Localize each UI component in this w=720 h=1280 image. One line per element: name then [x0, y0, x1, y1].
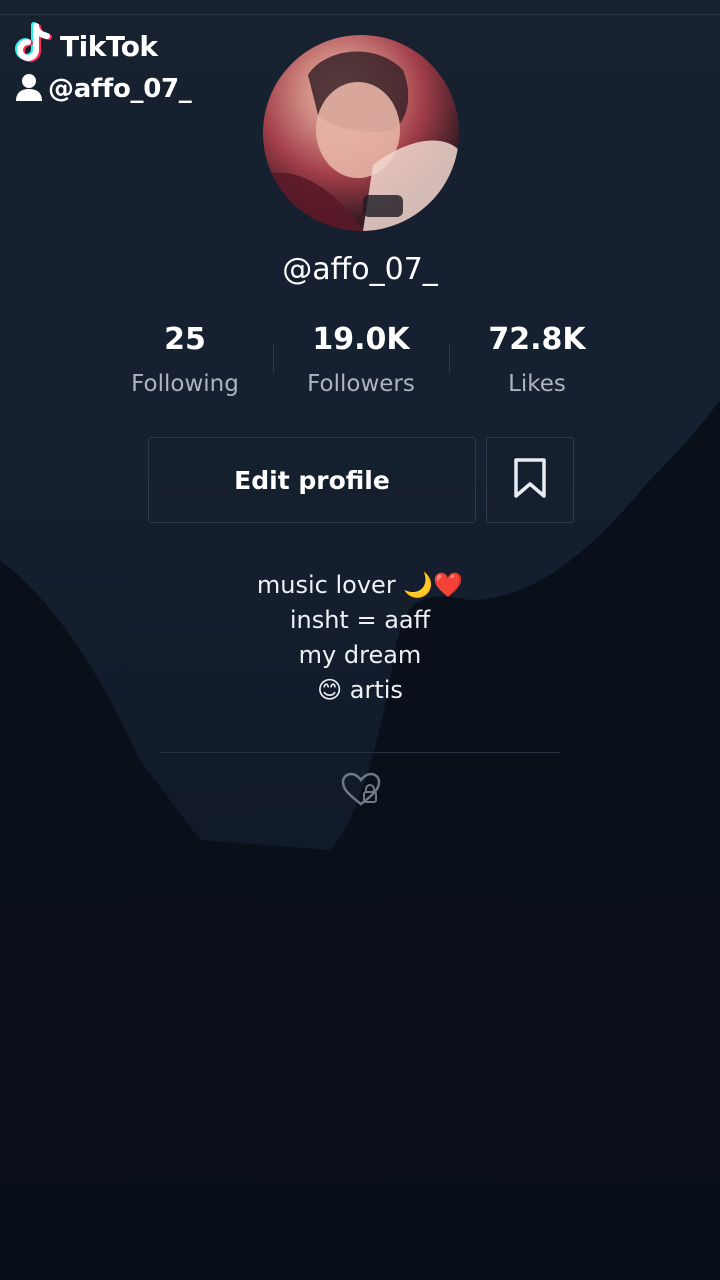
stat-divider [449, 343, 450, 373]
stat-followers-label: Followers [307, 371, 415, 397]
avatar[interactable] [263, 35, 459, 231]
status-divider [0, 14, 720, 15]
bio-line: 😊 artis [317, 676, 403, 704]
stat-likes-label: Likes [508, 371, 566, 397]
bio-line: my dream [298, 641, 422, 669]
bookmark-icon [513, 457, 547, 503]
heart-lock-icon[interactable] [340, 772, 382, 812]
stat-following-value: 25 [164, 322, 206, 357]
edit-profile-button[interactable]: Edit profile [148, 437, 476, 523]
tiktok-watermark: TikTok @affo_07_ [14, 22, 192, 106]
stat-following-label: Following [131, 371, 239, 397]
bio-line: insht = aaff [289, 606, 431, 634]
tiktok-brand-text: TikTok [60, 29, 158, 63]
stat-divider [273, 343, 274, 373]
stat-likes-value: 72.8K [488, 322, 586, 357]
stat-followers-value: 19.0K [312, 322, 410, 357]
watermark-handle: @affo_07_ [48, 74, 192, 104]
bio-line: music lover 🌙❤️ [256, 571, 464, 599]
favorites-button[interactable] [486, 437, 574, 523]
profile-bio: music lover 🌙❤️ insht = aaff my dream 😊 … [0, 568, 720, 708]
profile-username: @affo_07_ [282, 252, 438, 287]
tiktok-logo-icon [14, 22, 54, 70]
stat-followers[interactable]: 19.0K Followers [276, 322, 446, 397]
stat-likes[interactable]: 72.8K Likes [452, 322, 622, 397]
user-icon [14, 72, 44, 106]
tab-separator [160, 752, 560, 753]
stat-following[interactable]: 25 Following [100, 322, 270, 397]
